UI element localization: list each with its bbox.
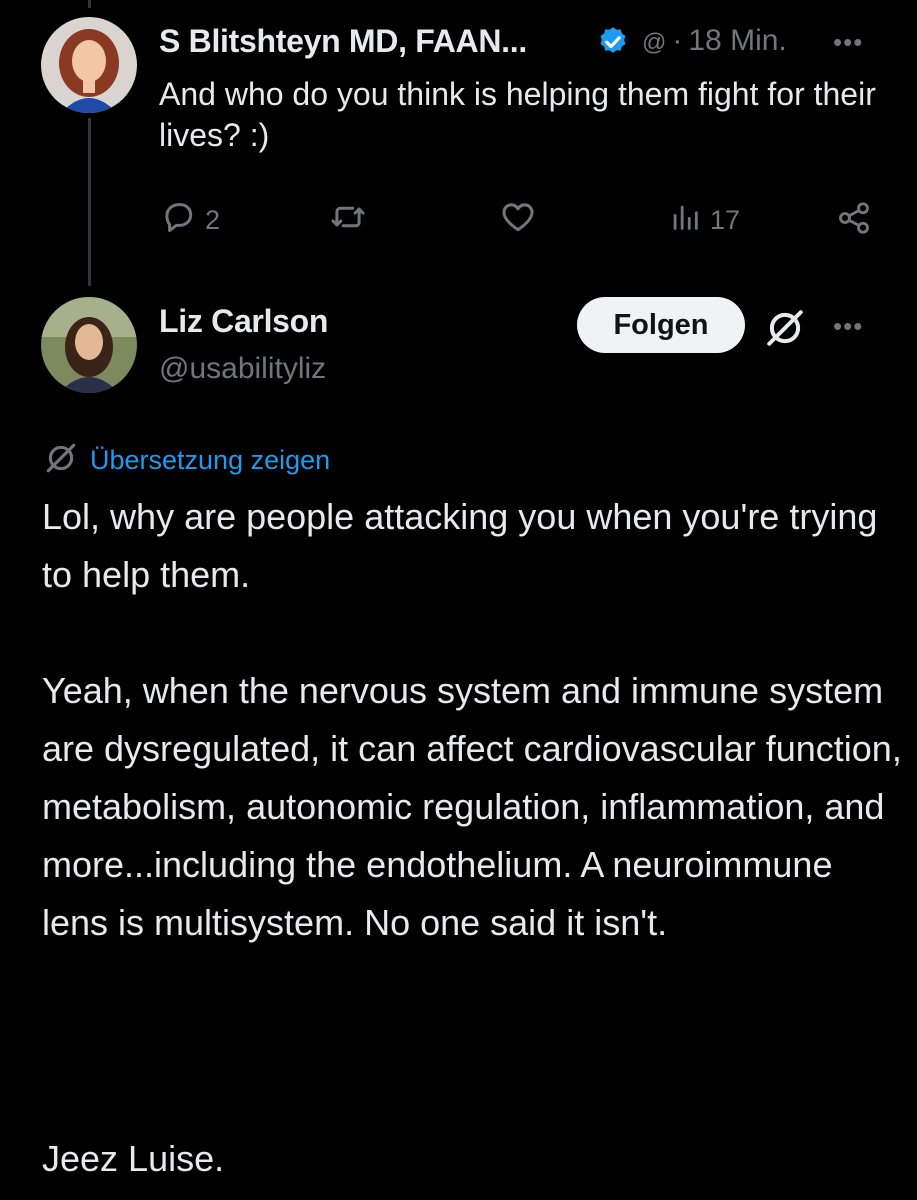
timestamp[interactable]: 18 Min. [688, 24, 786, 58]
more-options-icon[interactable]: ••• [833, 313, 863, 339]
follow-button[interactable]: Folgen [577, 297, 745, 353]
views-count: 17 [710, 205, 741, 235]
separator: · [672, 24, 683, 57]
author-name[interactable]: S Blitshteyn MD, FAAN... [159, 23, 527, 60]
thread-line [88, 118, 91, 286]
author-name[interactable]: Liz Carlson [159, 303, 328, 340]
grok-translate-icon [44, 441, 78, 480]
reply-count: 2 [205, 205, 221, 235]
author-handle[interactable]: @ [642, 29, 666, 57]
verified-badge-icon [596, 25, 630, 59]
translate-row[interactable]: Übersetzung zeigen [44, 441, 330, 480]
views-chart-icon [668, 198, 702, 243]
grok-icon[interactable] [764, 307, 806, 354]
show-translation-link[interactable]: Übersetzung zeigen [90, 445, 330, 476]
reply-icon [159, 198, 197, 243]
share-icon [834, 202, 874, 240]
reply-button[interactable]: 2 [159, 198, 220, 243]
reply-paragraph-1: Lol, why are people attacking you when y… [42, 496, 878, 595]
share-button[interactable] [834, 200, 874, 241]
author-avatar-blitshteyn[interactable] [41, 17, 137, 113]
heart-icon [498, 198, 538, 243]
thread-line-top [88, 0, 91, 8]
repost-icon [328, 198, 368, 243]
author-handle[interactable]: @usabilityliz [159, 352, 326, 386]
author-avatar-carlson[interactable] [41, 297, 137, 393]
reply-paragraph-3: Jeez Luise. [42, 1138, 225, 1179]
tweet-text: And who do you think is helping them fig… [159, 76, 876, 153]
more-options-icon[interactable]: ••• [833, 29, 863, 55]
like-button[interactable] [498, 198, 538, 243]
views-button[interactable]: 17 [668, 198, 740, 243]
reply-paragraph-2: Yeah, when the nervous system and immune… [42, 670, 902, 943]
repost-button[interactable] [328, 198, 368, 243]
